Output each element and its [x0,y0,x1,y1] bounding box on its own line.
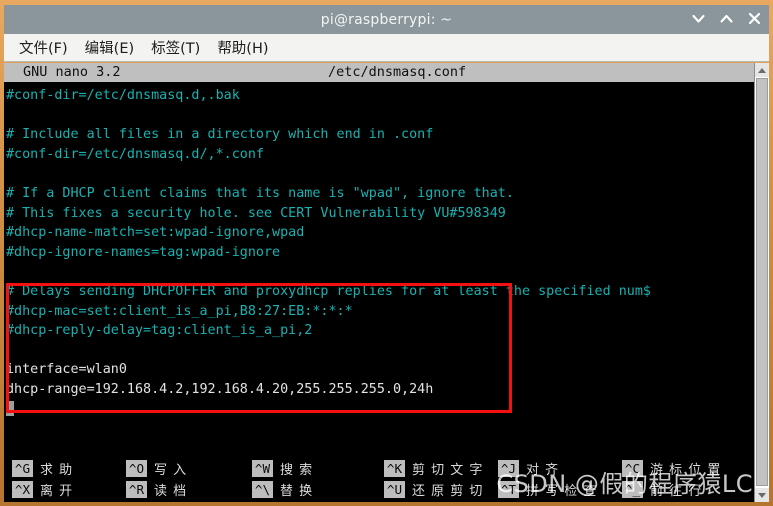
help-entry: ^U 还 原 剪 切 [384,480,483,499]
editor-line: #dhcp-reply-delay=tag:client_is_a_pi,2 [6,323,313,339]
help-shortcut-key: ^R [126,481,147,498]
help-shortcut-key: ^U [384,481,405,498]
help-shortcut-label: 游 标 位 置 [650,463,722,478]
nano-editor-area[interactable]: #conf-dir=/etc/dnsmasq.d,.bak # Include … [4,86,754,458]
help-shortcut-label: 求 助 [40,463,74,478]
editor-line [4,400,754,420]
window-titlebar[interactable]: pi@raspberrypi: ~ [4,5,769,34]
minimize-button[interactable] [690,10,707,30]
help-shortcut-label: 对 齐 [526,463,560,478]
menu-item-help[interactable]: 帮助(H) [210,36,275,60]
menu-item-file[interactable]: 文件(F) [12,36,75,60]
window-title: pi@raspberrypi: ~ [320,11,453,28]
help-entry: ^C 游 标 位 置 [622,459,721,478]
terminal-window: pi@raspberrypi: ~ 文件(F) 编辑(E) 标签(T) 帮助(H… [0,0,773,506]
help-shortcut-key: ^O [126,460,147,477]
editor-line: # This fixes a security hole. see CERT V… [6,205,506,221]
scrollbar-thumb[interactable] [756,78,768,486]
editor-line: # Delays sending DHCPOFFER and proxydhcp… [6,283,651,299]
nano-version: GNU nano 3.2 [23,64,121,80]
help-entry: ^R 读 档 [126,480,187,499]
help-shortcut-key: ^_ [622,481,643,498]
menu-bar: 文件(F) 编辑(E) 标签(T) 帮助(H) [4,34,769,62]
help-shortcut-key: ^X [12,481,33,498]
scroll-down-button[interactable] [755,488,769,502]
help-shortcut-label: 还 原 剪 切 [412,484,484,499]
help-shortcut-label: 前 往 行 [650,484,703,499]
nano-help-row-1: ^G 求 助 ^O 写 入 ^W 搜 索 ^K 剪 切 文 字 ^J 对 齐 ^C 游 标 位 置 [4,458,754,479]
help-shortcut-key: ^K [384,460,405,477]
editor-line: #dhcp-mac=set:client_is_a_pi,B8:27:EB:*:… [6,303,353,319]
window-controls [690,5,763,34]
nano-help-bar: ^G 求 助 ^O 写 入 ^W 搜 索 ^K 剪 切 文 字 ^J 对 齐 ^C 游 标 位 置 ^… [4,458,754,502]
triangle-up-icon [758,67,766,73]
help-shortcut-key: ^G [12,460,33,477]
editor-line: interface=wlan0 [6,362,127,378]
help-shortcut-label: 替 换 [280,484,314,499]
text-cursor [6,400,14,416]
help-shortcut-label: 写 入 [154,463,188,478]
editor-line: #dhcp-ignore-names=tag:wpad-ignore [6,244,281,260]
chevron-up-icon [720,14,733,23]
help-entry: ^O 写 入 [126,459,187,478]
close-button[interactable] [746,10,763,30]
help-entry: ^W 搜 索 [252,459,313,478]
editor-line: #dhcp-name-match=set:wpad-ignore,wpad [6,225,305,241]
help-entry: ^G 求 助 [12,459,73,478]
nano-help-row-2: ^X 离 开 ^R 读 档 ^\ 替 换 ^U 还 原 剪 切 ^T 拼 写 检 查 ^_ 前 往 行 [4,479,754,500]
help-shortcut-key: ^\ [252,481,273,498]
help-shortcut-key: ^J [498,460,519,477]
scroll-up-button[interactable] [755,63,769,77]
nano-filename: /etc/dnsmasq.conf [328,64,467,80]
editor-line: #conf-dir=/etc/dnsmasq.d,.bak [6,88,240,103]
help-shortcut-label: 剪 切 文 字 [412,463,484,478]
close-icon [748,12,761,24]
editor-line: #conf-dir=/etc/dnsmasq.d/,*.conf [6,146,264,162]
chevron-down-icon [692,14,705,23]
terminal-scrollbar[interactable] [754,63,769,502]
help-shortcut-key: ^W [252,460,273,477]
help-entry: ^X 离 开 [12,480,73,499]
help-shortcut-label: 离 开 [40,484,74,499]
help-entry: ^T 拼 写 检 查 [498,480,597,499]
help-shortcut-label: 拼 写 检 查 [526,484,598,499]
help-shortcut-key: ^T [498,481,519,498]
help-entry: ^J 对 齐 [498,459,559,478]
editor-line: # If a DHCP client claims that its name … [6,185,514,201]
help-shortcut-key: ^C [622,460,643,477]
editor-line: # Include all files in a directory which… [6,127,434,143]
help-entry: ^K 剪 切 文 字 [384,459,483,478]
menu-item-tabs[interactable]: 标签(T) [144,36,207,60]
menu-item-edit[interactable]: 编辑(E) [78,36,141,60]
nano-titlebar: GNU nano 3.2 /etc/dnsmasq.conf [4,63,754,82]
help-entry: ^_ 前 往 行 [622,480,702,499]
maximize-button[interactable] [718,10,735,30]
triangle-down-icon [758,492,766,498]
editor-line: dhcp-range=192.168.4.2,192.168.4.20,255.… [6,381,434,397]
help-shortcut-label: 读 档 [154,484,188,499]
help-entry: ^\ 替 换 [252,480,313,499]
terminal-content[interactable]: GNU nano 3.2 /etc/dnsmasq.conf #conf-dir… [4,63,769,502]
help-shortcut-label: 搜 索 [280,463,314,478]
